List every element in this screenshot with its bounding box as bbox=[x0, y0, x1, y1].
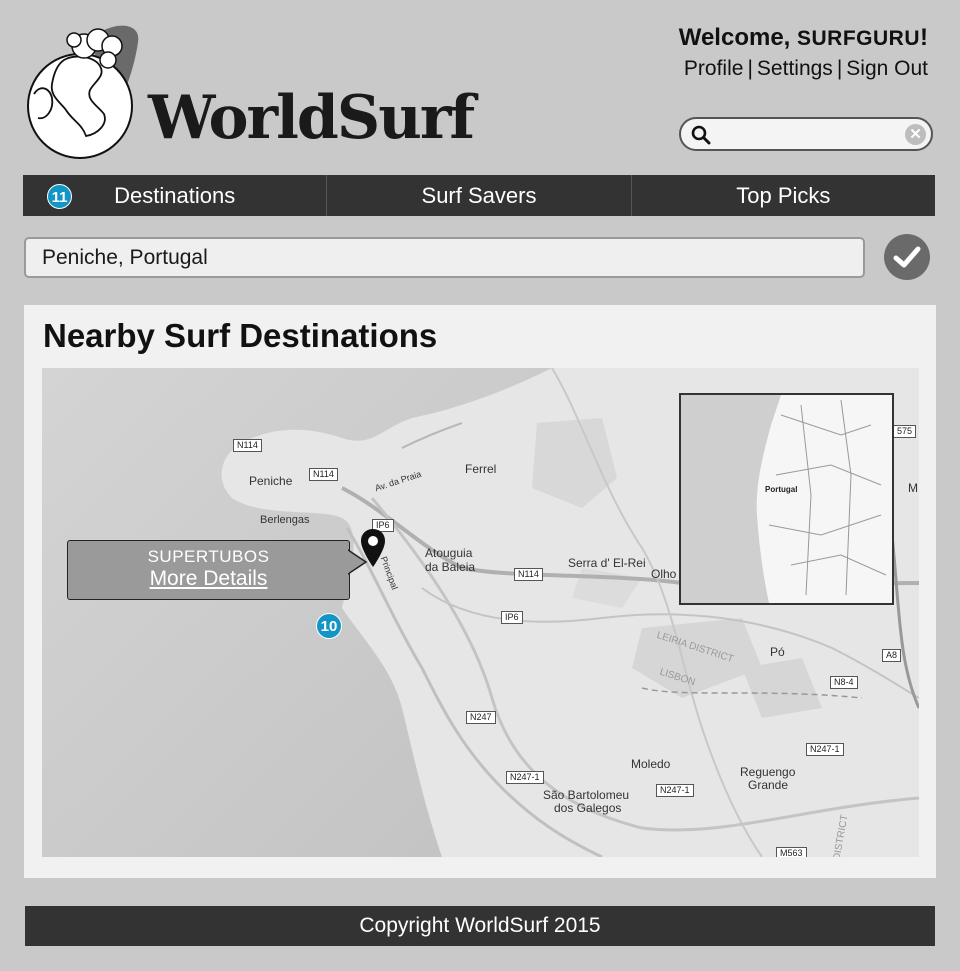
road-shield: N247-1 bbox=[806, 743, 844, 756]
nearby-destinations-panel: Nearby Surf Destinations Peniche Berleng… bbox=[24, 305, 936, 878]
location-input[interactable]: Peniche, Portugal bbox=[24, 237, 865, 278]
nav-surf-savers-label: Surf Savers bbox=[421, 183, 537, 208]
place-label: Moledo bbox=[631, 757, 671, 771]
place-label: Grande bbox=[748, 778, 789, 792]
road-shield: N114 bbox=[514, 568, 543, 581]
place-label: Reguengo bbox=[740, 765, 796, 779]
nav-surf-savers[interactable]: Surf Savers bbox=[327, 175, 632, 216]
username: SURFGURU bbox=[797, 27, 920, 50]
place-label: Olho bbox=[651, 567, 677, 581]
road-shield: N114 bbox=[233, 439, 262, 452]
clear-search-icon[interactable]: ✕ bbox=[905, 124, 926, 145]
nav-destinations[interactable]: 11 Destinations bbox=[23, 175, 328, 216]
map[interactable]: Peniche Berlengas Ferrel Atouguia da Bal… bbox=[42, 368, 919, 857]
place-label: Pó bbox=[770, 645, 785, 659]
road-shield: M563 bbox=[776, 847, 807, 857]
destination-callout: SUPERTUBOS More Details bbox=[67, 540, 350, 600]
road-shield: A8 bbox=[882, 649, 902, 662]
profile-link[interactable]: Profile bbox=[684, 57, 744, 80]
place-label: M bbox=[908, 481, 918, 495]
logo-text: WorldSurf bbox=[148, 83, 475, 153]
place-label: Peniche bbox=[249, 474, 293, 488]
settings-link[interactable]: Settings bbox=[757, 57, 833, 80]
place-label: Ferrel bbox=[465, 462, 497, 476]
road-shield: N247-1 bbox=[656, 784, 694, 797]
confirm-location-button[interactable] bbox=[884, 234, 930, 280]
place-label: Atouguia bbox=[425, 546, 473, 560]
user-links: Profile | Settings | Sign Out bbox=[683, 57, 928, 80]
road-shield: N247 bbox=[466, 711, 496, 724]
search-icon[interactable] bbox=[691, 125, 711, 150]
place-label: São Bartolomeu bbox=[543, 788, 630, 802]
search-box: ✕ bbox=[679, 117, 933, 151]
inset-overview-map[interactable]: Portugal bbox=[679, 393, 894, 605]
globe-logo-icon bbox=[27, 25, 139, 159]
callout-destination-name: SUPERTUBOS bbox=[147, 547, 270, 566]
map-pin-icon[interactable] bbox=[360, 528, 386, 568]
destinations-count-badge: 11 bbox=[47, 184, 72, 209]
nav-top-picks[interactable]: Top Picks bbox=[632, 175, 935, 216]
more-details-link[interactable]: More Details bbox=[68, 567, 349, 591]
footer: Copyright WorldSurf 2015 bbox=[25, 906, 935, 946]
place-label: Berlengas bbox=[260, 514, 310, 526]
nav-destinations-label: Destinations bbox=[114, 183, 236, 208]
check-icon bbox=[893, 246, 921, 268]
inset-country-label: Portugal bbox=[765, 485, 798, 494]
road-shield: N114 bbox=[309, 468, 338, 481]
place-label: da Baleia bbox=[425, 560, 476, 574]
road-shield: N8-4 bbox=[830, 676, 858, 689]
road-shield: 575 bbox=[893, 425, 917, 438]
place-label: dos Galegos bbox=[554, 801, 622, 815]
main-nav: 11 Destinations Surf Savers Top Picks bbox=[23, 175, 935, 216]
search-input[interactable] bbox=[721, 123, 895, 147]
road-shield: N247-1 bbox=[506, 771, 544, 784]
sign-out-link[interactable]: Sign Out bbox=[846, 57, 928, 80]
place-label: Serra d' El-Rei bbox=[568, 556, 646, 570]
road-shield: IP6 bbox=[501, 611, 523, 624]
map-cluster-badge[interactable]: 10 bbox=[316, 613, 342, 639]
welcome-message: Welcome, SURFGURU! bbox=[678, 24, 928, 51]
nav-top-picks-label: Top Picks bbox=[736, 183, 831, 208]
panel-title: Nearby Surf Destinations bbox=[43, 317, 438, 354]
inset-map-graphic bbox=[681, 395, 892, 603]
